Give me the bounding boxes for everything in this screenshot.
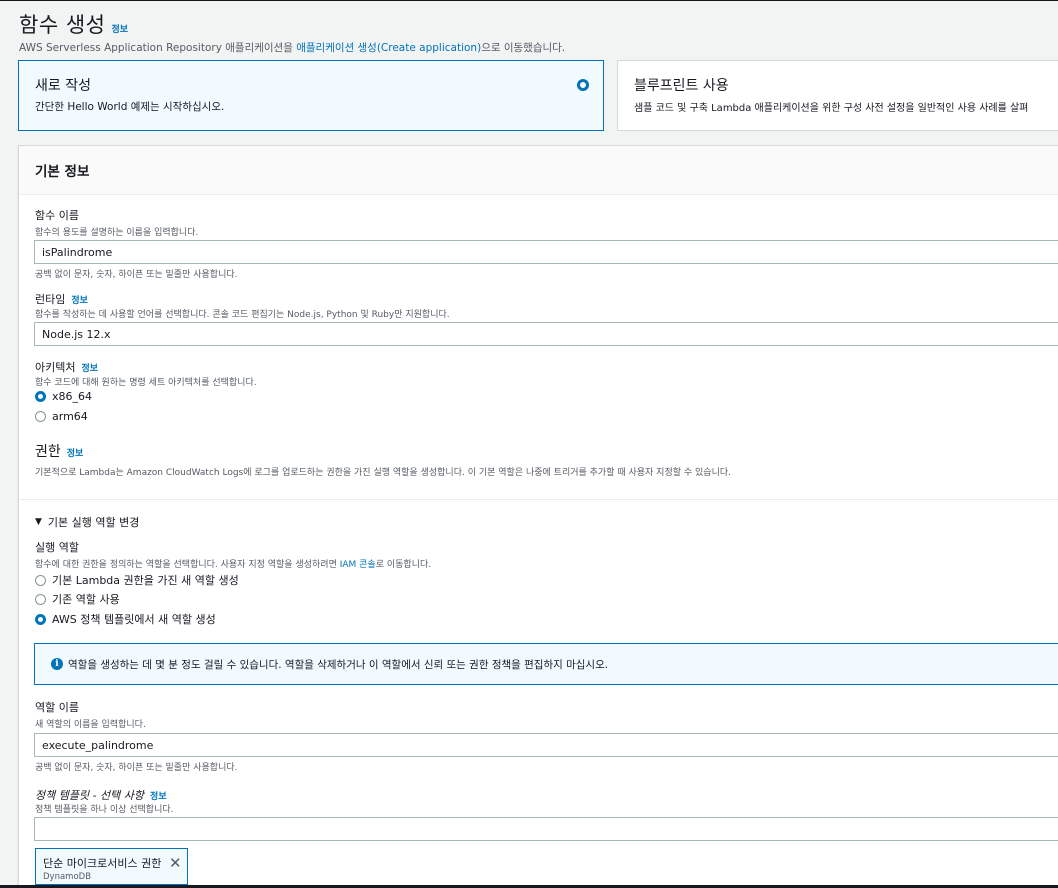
policy-templates-help: 정책 템플릿을 하나 이상 선택합니다. [35, 805, 174, 815]
policy-templates-input[interactable] [34, 817, 1058, 841]
basic-info-panel: 기본 정보 함수 이름 함수의 용도를 설명하는 이름을 입력합니다. 공백 없… [18, 145, 1058, 888]
radio-label: arm64 [52, 410, 88, 423]
function-name-constraint: 공백 없이 문자, 숫자, 하이픈 또는 밑줄만 사용합니다. [35, 270, 238, 280]
option-desc: 샘플 코드 및 구축 Lambda 애플리케이션을 위한 구성 사전 설정을 일… [634, 103, 1029, 114]
tag-label: 단순 마이크로서비스 권한 [43, 857, 162, 870]
expander-label: 기본 실행 역할 변경 [47, 516, 140, 529]
close-icon[interactable]: ✕ [169, 854, 182, 872]
selected-policy-tag: 단순 마이크로서비스 권한 DynamoDB ✕ [35, 848, 188, 885]
architecture-option-x86[interactable]: x86_64 [35, 390, 92, 403]
permissions-help: 기본적으로 Lambda는 Amazon CloudWatch Logs에 로그… [35, 468, 732, 478]
role-name-help: 새 역할의 이름을 입력합니다. [35, 720, 146, 730]
subtitle-suffix: 으로 이동했습니다. [481, 42, 566, 54]
architecture-label: 아키텍처 정보 [35, 359, 98, 375]
radio-label: 기본 Lambda 권한을 가진 새 역할 생성 [52, 574, 239, 587]
radio-label: 기존 역할 사용 [52, 593, 120, 606]
function-name-label: 함수 이름 [35, 209, 79, 222]
section-divider [19, 499, 1058, 500]
permissions-title: 권한 [35, 444, 61, 460]
radio-label: AWS 정책 템플릿에서 새 역할 생성 [52, 613, 216, 626]
runtime-help: 함수를 작성하는 데 사용할 언어를 선택합니다. 콘솔 코드 편집기는 Nod… [35, 310, 450, 320]
radio-unselected[interactable] [35, 593, 46, 605]
create-application-link[interactable]: 애플리케이션 생성(Create application) [296, 42, 481, 54]
runtime-info-link[interactable]: 정보 [71, 293, 88, 306]
info-icon: i [51, 658, 63, 670]
change-execution-role-toggle[interactable]: ▼ 기본 실행 역할 변경 [35, 514, 139, 530]
runtime-label: 런타임 정보 [35, 291, 88, 307]
role-option-from-template[interactable]: AWS 정책 템플릿에서 새 역할 생성 [35, 611, 216, 627]
option-author-from-scratch[interactable]: 새로 작성 간단한 Hello World 예제는 시작하십시오. [18, 60, 604, 131]
architecture-help: 함수 코드에 대해 원하는 명령 세트 아키텍처를 선택합니다. [35, 378, 257, 388]
execution-role-label: 실행 역할 [35, 541, 79, 554]
role-name-label: 역할 이름 [35, 701, 79, 714]
option-use-blueprint[interactable]: 블루프린트 사용 샘플 코드 및 구축 Lambda 애플리케이션을 위한 구성… [617, 60, 1058, 131]
policy-templates-label: 정책 템플릿 - 선택 사항 정보 [35, 787, 167, 803]
page-title-row: 함수 생성 정보 [19, 9, 128, 39]
subtitle-prefix: AWS Serverless Application Repository 애플… [19, 42, 297, 54]
title-info-link[interactable]: 정보 [111, 22, 128, 35]
architecture-label-text: 아키텍처 [35, 361, 76, 374]
page-title: 함수 생성 [19, 13, 106, 37]
iam-console-link[interactable]: IAM 콘솔 [340, 560, 376, 570]
option-title: 새로 작성 [35, 78, 91, 94]
role-name-input[interactable] [34, 733, 1058, 757]
panel-header: 기본 정보 [19, 146, 1058, 195]
option-desc: 간단한 Hello World 예제는 시작하십시오. [35, 101, 225, 113]
runtime-select[interactable]: Node.js 12.x [34, 322, 1058, 346]
runtime-label-text: 런타임 [35, 293, 66, 306]
permissions-info-link[interactable]: 정보 [67, 446, 84, 459]
permissions-heading: 권한 정보 [35, 441, 83, 461]
panel-title: 기본 정보 [35, 164, 90, 180]
option-title: 블루프린트 사용 [634, 78, 729, 94]
help-suffix: 로 이동합니다. [375, 560, 432, 570]
role-option-new-basic[interactable]: 기본 Lambda 권한을 가진 새 역할 생성 [35, 572, 239, 588]
option-radio-selected[interactable] [577, 79, 589, 91]
function-name-input[interactable] [34, 240, 1058, 264]
info-alert: i 역할을 생성하는 데 몇 분 정도 걸릴 수 있습니다. 역할을 삭제하거나… [34, 643, 1058, 685]
radio-label: x86_64 [52, 390, 93, 403]
tag-sublabel: DynamoDB [43, 872, 92, 882]
radio-unselected[interactable] [35, 411, 46, 422]
radio-unselected[interactable] [35, 574, 46, 586]
policy-templates-label-text: 정책 템플릿 - 선택 사항 [35, 789, 145, 802]
caret-down-icon: ▼ [35, 517, 42, 527]
function-name-help: 함수의 용도를 설명하는 이름을 입력합니다. [35, 228, 199, 238]
help-prefix: 함수에 대한 권한을 정의하는 역할을 선택합니다. 사용자 지정 역할을 생성… [35, 560, 340, 570]
create-function-page: 함수 생성 정보 AWS Serverless Application Repo… [0, 0, 1058, 888]
policy-templates-info-link[interactable]: 정보 [150, 789, 167, 802]
page-subtitle: AWS Serverless Application Repository 애플… [19, 40, 565, 55]
execution-role-help: 함수에 대한 권한을 정의하는 역할을 선택합니다. 사용자 지정 역할을 생성… [35, 557, 431, 570]
radio-selected[interactable] [35, 613, 46, 625]
architecture-info-link[interactable]: 정보 [81, 361, 98, 374]
role-name-constraint: 공백 없이 문자, 숫자, 하이픈 또는 밑줄만 사용합니다. [35, 763, 238, 773]
architecture-option-arm64[interactable]: arm64 [35, 410, 88, 423]
role-option-existing[interactable]: 기존 역할 사용 [35, 591, 120, 607]
alert-text: 역할을 생성하는 데 몇 분 정도 걸릴 수 있습니다. 역할을 삭제하거나 이… [68, 658, 609, 671]
radio-selected[interactable] [35, 391, 46, 402]
